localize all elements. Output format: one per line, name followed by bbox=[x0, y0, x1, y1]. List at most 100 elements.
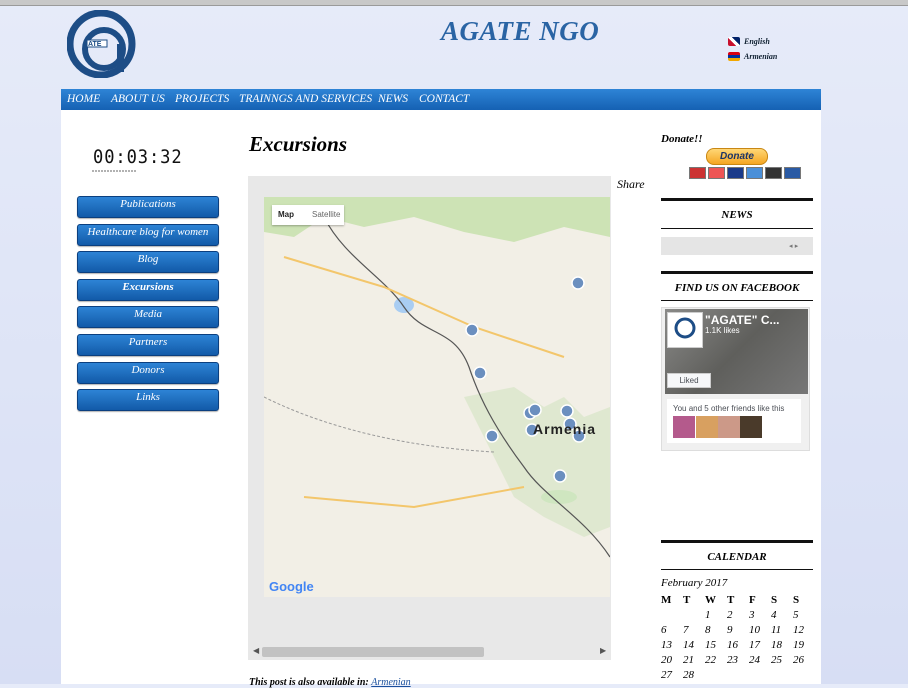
site-title: AGATE NGO bbox=[441, 16, 600, 46]
sidebar-publications[interactable]: Publications bbox=[77, 196, 219, 218]
map-marker-icon[interactable] bbox=[485, 429, 499, 443]
paypal-donate-button[interactable]: Donate bbox=[706, 148, 768, 165]
visit-counter: 00:03:32 bbox=[93, 146, 183, 168]
map-tab-satellite[interactable]: Satellite bbox=[312, 210, 340, 219]
calendar-weekday: T bbox=[683, 593, 691, 606]
calendar-weekday: M bbox=[661, 593, 672, 606]
calendar-day[interactable]: 25 bbox=[771, 652, 793, 667]
calendar-day[interactable]: 5 bbox=[793, 607, 815, 622]
calendar-day[interactable]: 6 bbox=[661, 622, 683, 637]
calendar-day bbox=[793, 667, 815, 682]
map-marker-icon[interactable] bbox=[571, 276, 585, 290]
map-country-label: Armenia bbox=[533, 421, 597, 437]
map-marker-icon[interactable] bbox=[560, 404, 574, 418]
calendar-day bbox=[771, 667, 793, 682]
nav-projects[interactable]: PROJECTS bbox=[175, 93, 229, 105]
calendar-day[interactable]: 11 bbox=[771, 622, 793, 637]
calendar-day[interactable]: 28 bbox=[683, 667, 705, 682]
calendar-day[interactable]: 15 bbox=[705, 637, 727, 652]
calendar-weekday: F bbox=[749, 593, 756, 606]
calendar-day[interactable]: 13 bbox=[661, 637, 683, 652]
calendar-day[interactable]: 3 bbox=[749, 607, 771, 622]
calendar-week: 13 14 15 16 17 18 19 bbox=[661, 637, 815, 652]
nav-about-us[interactable]: ABOUT US bbox=[111, 93, 165, 105]
calendar-day[interactable]: 19 bbox=[793, 637, 815, 652]
calendar-day[interactable]: 21 bbox=[683, 652, 705, 667]
donate-label: Donate!! bbox=[661, 133, 703, 145]
nav-contact[interactable]: CONTACT bbox=[419, 93, 469, 105]
friend-avatar[interactable] bbox=[673, 416, 695, 438]
language-availability-note: This post is also available in: Armenian bbox=[249, 677, 411, 688]
post-note-text: This post is also available in: bbox=[249, 677, 369, 688]
calendar-day[interactable]: 22 bbox=[705, 652, 727, 667]
calendar-day[interactable]: 18 bbox=[771, 637, 793, 652]
language-armenian-label: Armenian bbox=[744, 52, 778, 61]
counter-caption-line bbox=[92, 169, 136, 174]
calendar-weekday: S bbox=[793, 593, 800, 606]
calendar-day[interactable]: 4 bbox=[771, 607, 793, 622]
sidebar-donors[interactable]: Donors bbox=[77, 362, 219, 384]
calendar-day[interactable]: 14 bbox=[683, 637, 705, 652]
map-marker-icon[interactable] bbox=[553, 469, 567, 483]
map-tab-map[interactable]: Map bbox=[278, 210, 294, 219]
scroll-right-arrow-icon[interactable]: ▶ bbox=[600, 646, 606, 655]
nav-home[interactable]: HOME bbox=[67, 93, 100, 105]
calendar-day[interactable]: 12 bbox=[793, 622, 815, 637]
browser-top-border bbox=[0, 0, 908, 6]
calendar-day[interactable]: 2 bbox=[727, 607, 749, 622]
map-marker-icon[interactable] bbox=[473, 366, 487, 380]
share-link[interactable]: Share bbox=[617, 177, 645, 192]
calendar-day bbox=[749, 667, 771, 682]
calendar-day[interactable]: 24 bbox=[749, 652, 771, 667]
news-title: NEWS bbox=[661, 198, 813, 221]
calendar-day[interactable]: 10 bbox=[749, 622, 771, 637]
sidebar-healthcare-blog[interactable]: Healthcare blog for women bbox=[77, 224, 219, 246]
sidebar-blog[interactable]: Blog bbox=[77, 251, 219, 273]
uk-flag-icon bbox=[728, 37, 740, 46]
sidebar-links[interactable]: Links bbox=[77, 389, 219, 411]
calendar-day[interactable]: 7 bbox=[683, 622, 705, 637]
calendar-day[interactable]: 26 bbox=[793, 652, 815, 667]
post-note-armenian-link[interactable]: Armenian bbox=[371, 677, 410, 688]
sidebar-excursions[interactable]: Excursions bbox=[77, 279, 219, 301]
calendar-day[interactable]: 1 bbox=[705, 607, 727, 622]
calendar-week: 6 7 8 9 10 11 12 bbox=[661, 622, 815, 637]
friend-avatar[interactable] bbox=[696, 416, 718, 438]
calendar-day[interactable]: 23 bbox=[727, 652, 749, 667]
calendar-day[interactable]: 16 bbox=[727, 637, 749, 652]
calendar-day[interactable]: 20 bbox=[661, 652, 683, 667]
nav-news[interactable]: NEWS bbox=[378, 93, 408, 105]
calendar-week: 20 21 22 23 24 25 26 bbox=[661, 652, 815, 667]
sidebar-partners[interactable]: Partners bbox=[77, 334, 219, 356]
calendar-day[interactable]: 9 bbox=[727, 622, 749, 637]
map-graphic bbox=[264, 197, 610, 597]
map-horizontal-scrollbar[interactable] bbox=[262, 647, 484, 657]
sidebar-media[interactable]: Media bbox=[77, 306, 219, 328]
friend-avatar[interactable] bbox=[718, 416, 740, 438]
map-marker-icon[interactable] bbox=[465, 323, 479, 337]
facebook-page-avatar[interactable] bbox=[667, 312, 703, 348]
calendar-day[interactable]: 8 bbox=[705, 622, 727, 637]
agate-logo[interactable]: ATE bbox=[66, 9, 139, 79]
facebook-liked-button[interactable]: Liked bbox=[667, 373, 711, 388]
calendar-rule bbox=[661, 569, 813, 570]
calendar-table: MTWTFSS 1 2 3 4 5 6 7 8 9 10 11 12 13 14 15 16 17 18 19 20 2… bbox=[661, 592, 815, 682]
card-icons bbox=[689, 167, 801, 179]
scroll-left-arrow-icon[interactable]: ◀ bbox=[253, 646, 259, 655]
facebook-page-name[interactable]: "AGATE" C... bbox=[705, 313, 780, 327]
calendar-day[interactable]: 27 bbox=[661, 667, 683, 682]
calendar-weekday: W bbox=[705, 593, 716, 606]
map-type-control[interactable]: Map Satellite bbox=[272, 205, 344, 225]
excursion-map[interactable]: Map Satellite Armenia Google bbox=[264, 197, 610, 597]
news-nav-icons[interactable]: ◂ ▸ bbox=[789, 242, 798, 250]
news-rule bbox=[661, 228, 813, 229]
friend-avatar[interactable] bbox=[740, 416, 762, 438]
calendar-day bbox=[705, 667, 727, 682]
nav-trainings[interactable]: TRAINNGS AND SERVICES bbox=[239, 93, 372, 105]
language-english[interactable]: English bbox=[728, 37, 770, 46]
calendar-day[interactable]: 17 bbox=[749, 637, 771, 652]
map-marker-icon[interactable] bbox=[528, 403, 542, 417]
language-armenian[interactable]: Armenian bbox=[728, 52, 777, 61]
calendar-day bbox=[683, 607, 705, 622]
page-title: Excursions bbox=[249, 132, 348, 156]
